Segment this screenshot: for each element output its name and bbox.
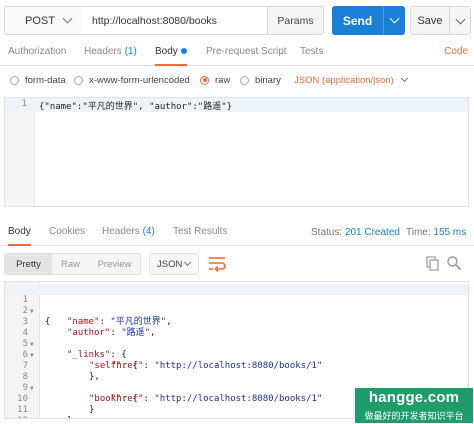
line-number: 12 [5,416,28,418]
tab-tests[interactable]: Tests [300,40,323,66]
method-select[interactable]: POST [4,6,84,35]
code-line: 4 ▼ "_links": { [5,317,468,360]
wrap-lines-icon[interactable] [207,254,227,274]
content-type-select[interactable]: JSON (application/json) [294,72,408,88]
code-line: 3 "author": "路遥", [5,306,468,338]
pretty-label: Pretty [16,258,41,270]
response-tab-headers-count: (4) [142,226,155,237]
send-label: Send [342,13,373,28]
copy-icon[interactable] [425,255,441,271]
code-line: 1 ▼ { [5,284,468,327]
radio-urlencoded[interactable]: x-www-form-urlencoded [74,72,190,88]
params-button[interactable]: Params [267,6,324,35]
tab-authorization-label: Authorization [8,46,67,57]
preview-button[interactable]: Preview [89,254,140,274]
body-type-options: form-data x-www-form-urlencoded raw bina… [0,70,474,90]
request-tabs: Authorization Headers (1) Body Pre-reque… [0,40,474,66]
response-tab-test-results[interactable]: Test Results [173,220,227,246]
url-text: http://localhost:8080/books [92,14,217,27]
code-line: 8 ▼ "book": { [5,361,468,404]
radio-binary[interactable]: binary [240,72,281,88]
request-body-code: {"name":"平凡的世界", "author":"路遥"} [39,102,233,112]
response-time: Time: 155 ms [406,223,466,243]
content-type-label: JSON (application/json) [294,74,394,86]
preview-label: Preview [97,258,132,270]
request-line-number: 1 [21,99,27,109]
tab-headers-label: Headers [84,46,122,57]
radio-raw-label: raw [215,74,231,86]
response-tab-cookies-label: Cookies [49,226,86,237]
status-value: 201 Created [344,227,400,238]
tab-headers-count: (1) [124,46,137,57]
time-label: Time: [406,227,431,238]
radio-selected-icon [200,75,209,85]
method-label: POST [25,14,55,27]
code-line: 7 }, [5,350,468,382]
watermark-title: hangge.com [368,389,460,406]
code-line: 6 "href": "http://localhost:8080/books/1… [5,339,468,371]
response-tab-body-label: Body [8,226,31,237]
tab-headers[interactable]: Headers (1) [84,40,137,66]
send-button[interactable]: Send [332,6,383,35]
tab-prerequest-label: Pre-request Script [206,46,287,57]
pretty-button[interactable]: Pretty [5,254,52,274]
radio-circle-icon [74,75,83,85]
response-format-select[interactable]: JSON [149,253,199,275]
response-tab-headers-label: Headers [102,226,140,237]
response-tabs: Body Cookies Headers (4) Test Results St… [0,220,474,246]
search-icon[interactable] [446,255,462,271]
response-view-toggle: Pretty Raw Preview [4,253,141,275]
save-button[interactable]: Save [410,6,450,35]
code-line: 5 ▼ "self": { [5,328,468,371]
code-link[interactable]: Code [444,40,468,64]
time-value: 155 ms [433,227,467,238]
response-tab-cookies[interactable]: Cookies [49,220,85,246]
tab-prerequest-script[interactable]: Pre-request Script [206,40,287,66]
code-text: } [67,416,72,418]
modified-dot-icon [180,48,187,55]
save-label: Save [417,14,443,27]
radio-binary-label: binary [255,74,281,86]
send-dropdown-button[interactable] [383,6,405,35]
watermark-logo: hangge.com 做最好的开发者知识平台 [355,388,473,423]
tab-body[interactable]: Body [155,40,187,66]
code-link-label: Code [444,46,468,57]
response-format-label: JSON [157,258,183,270]
watermark-subtitle: 做最好的开发者知识平台 [364,411,464,421]
code-line: 2 "name": "平凡的世界", [5,295,468,327]
url-input[interactable]: http://localhost:8080/books [83,6,268,35]
tab-body-label: Body [155,46,178,57]
save-dropdown-button[interactable] [449,6,471,35]
request-editor-gutter [5,98,35,206]
request-body-editor[interactable]: 1 {"name":"平凡的世界", "author":"路遥"} [4,97,469,207]
radio-circle-icon [240,75,249,85]
radio-raw[interactable]: raw [200,72,230,88]
params-label: Params [277,14,314,27]
response-status: Status: 201 Created [311,223,400,243]
raw-button[interactable]: Raw [52,254,89,274]
chevron-down-icon [400,74,408,83]
tab-authorization[interactable]: Authorization [8,40,66,66]
code-line: 9 "href": "http://localhost:8080/books/1… [5,372,468,404]
radio-urlencoded-label: x-www-form-urlencoded [89,74,190,86]
raw-label: Raw [60,258,80,270]
radio-circle-icon [10,75,19,85]
radio-form-data-label: form-data [25,74,66,86]
tab-tests-label: Tests [300,46,324,57]
response-tab-headers[interactable]: Headers (4) [102,220,155,246]
status-label: Status: [311,227,343,238]
chevron-down-icon [62,13,73,24]
response-tab-body[interactable]: Body [8,220,31,246]
radio-form-data[interactable]: form-data [10,72,66,88]
response-tab-test-results-label: Test Results [173,226,228,237]
chevron-down-icon [183,258,192,267]
